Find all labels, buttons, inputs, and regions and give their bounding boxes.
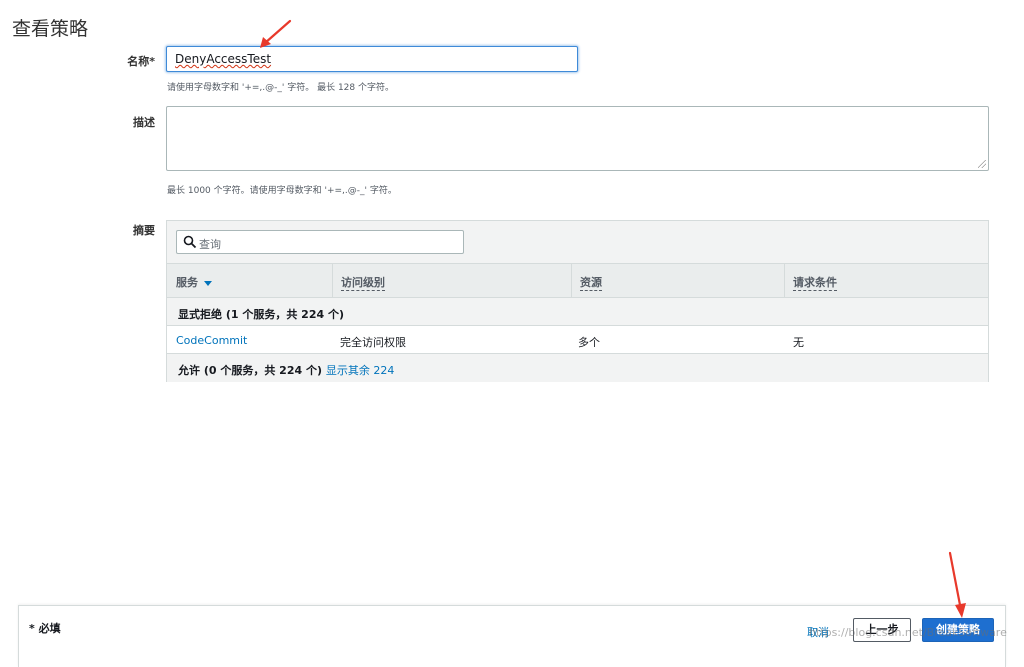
search-icon xyxy=(183,235,197,249)
resize-grip-icon[interactable] xyxy=(978,160,986,168)
page-title: 查看策略 xyxy=(12,18,89,40)
show-rest-link[interactable]: 显示其余 224 xyxy=(326,364,395,377)
search-placeholder: 查询 xyxy=(199,238,221,251)
column-header-resource[interactable]: 资源 xyxy=(571,264,784,297)
deny-group-row: 显式拒绝 (1 个服务，共 224 个) xyxy=(167,298,988,326)
resource-cell: 多个 xyxy=(578,336,600,349)
required-note: * 必填 xyxy=(29,622,61,635)
watermark: https://blog.csdn.net/BreakSoftware xyxy=(809,626,1007,639)
summary-panel: 查询 服务 访问级别 资源 请求条件 显式拒绝 (1 个服务，共 224 个) … xyxy=(166,220,989,382)
deny-group-label: 显式拒绝 (1 个服务，共 224 个) xyxy=(178,308,344,321)
footer-bar: * 必填 取消 上一步 创建策略 https://blog.csdn.net/B… xyxy=(18,605,1007,667)
condition-cell: 无 xyxy=(793,336,804,349)
sort-caret-icon xyxy=(204,280,212,286)
column-header-access-level-label: 访问级别 xyxy=(341,276,385,291)
name-input-value: DenyAccessTest xyxy=(175,52,272,66)
column-header-access-level[interactable]: 访问级别 xyxy=(332,264,571,297)
column-header-condition[interactable]: 请求条件 xyxy=(784,264,988,297)
access-level-cell: 完全访问权限 xyxy=(340,336,406,349)
summary-label: 摘要 xyxy=(133,224,155,237)
column-header-resource-label: 资源 xyxy=(580,276,602,291)
column-header-condition-label: 请求条件 xyxy=(793,276,837,291)
name-input[interactable]: DenyAccessTest xyxy=(166,46,578,72)
allow-group-row: 允许 (0 个服务，共 224 个) 显示其余 224 xyxy=(167,354,988,382)
allow-group-label: 允许 (0 个服务，共 224 个) xyxy=(178,364,322,377)
table-header: 服务 访问级别 资源 请求条件 xyxy=(167,263,988,298)
name-label: 名称* xyxy=(127,55,155,68)
description-label: 描述 xyxy=(133,116,155,129)
column-header-service-label: 服务 xyxy=(176,276,198,289)
description-hint: 最长 1000 个字符。请使用字母数字和 '+=,.@-_' 字符。 xyxy=(167,186,397,196)
name-hint: 请使用字母数字和 '+=,.@-_' 字符。 最长 128 个字符。 xyxy=(167,83,394,93)
search-input[interactable]: 查询 xyxy=(176,230,464,254)
service-link-codecommit[interactable]: CodeCommit xyxy=(176,334,247,347)
table-row: CodeCommit 完全访问权限 多个 无 xyxy=(167,326,988,354)
column-header-service[interactable]: 服务 xyxy=(167,264,332,297)
description-textarea[interactable] xyxy=(166,106,989,171)
